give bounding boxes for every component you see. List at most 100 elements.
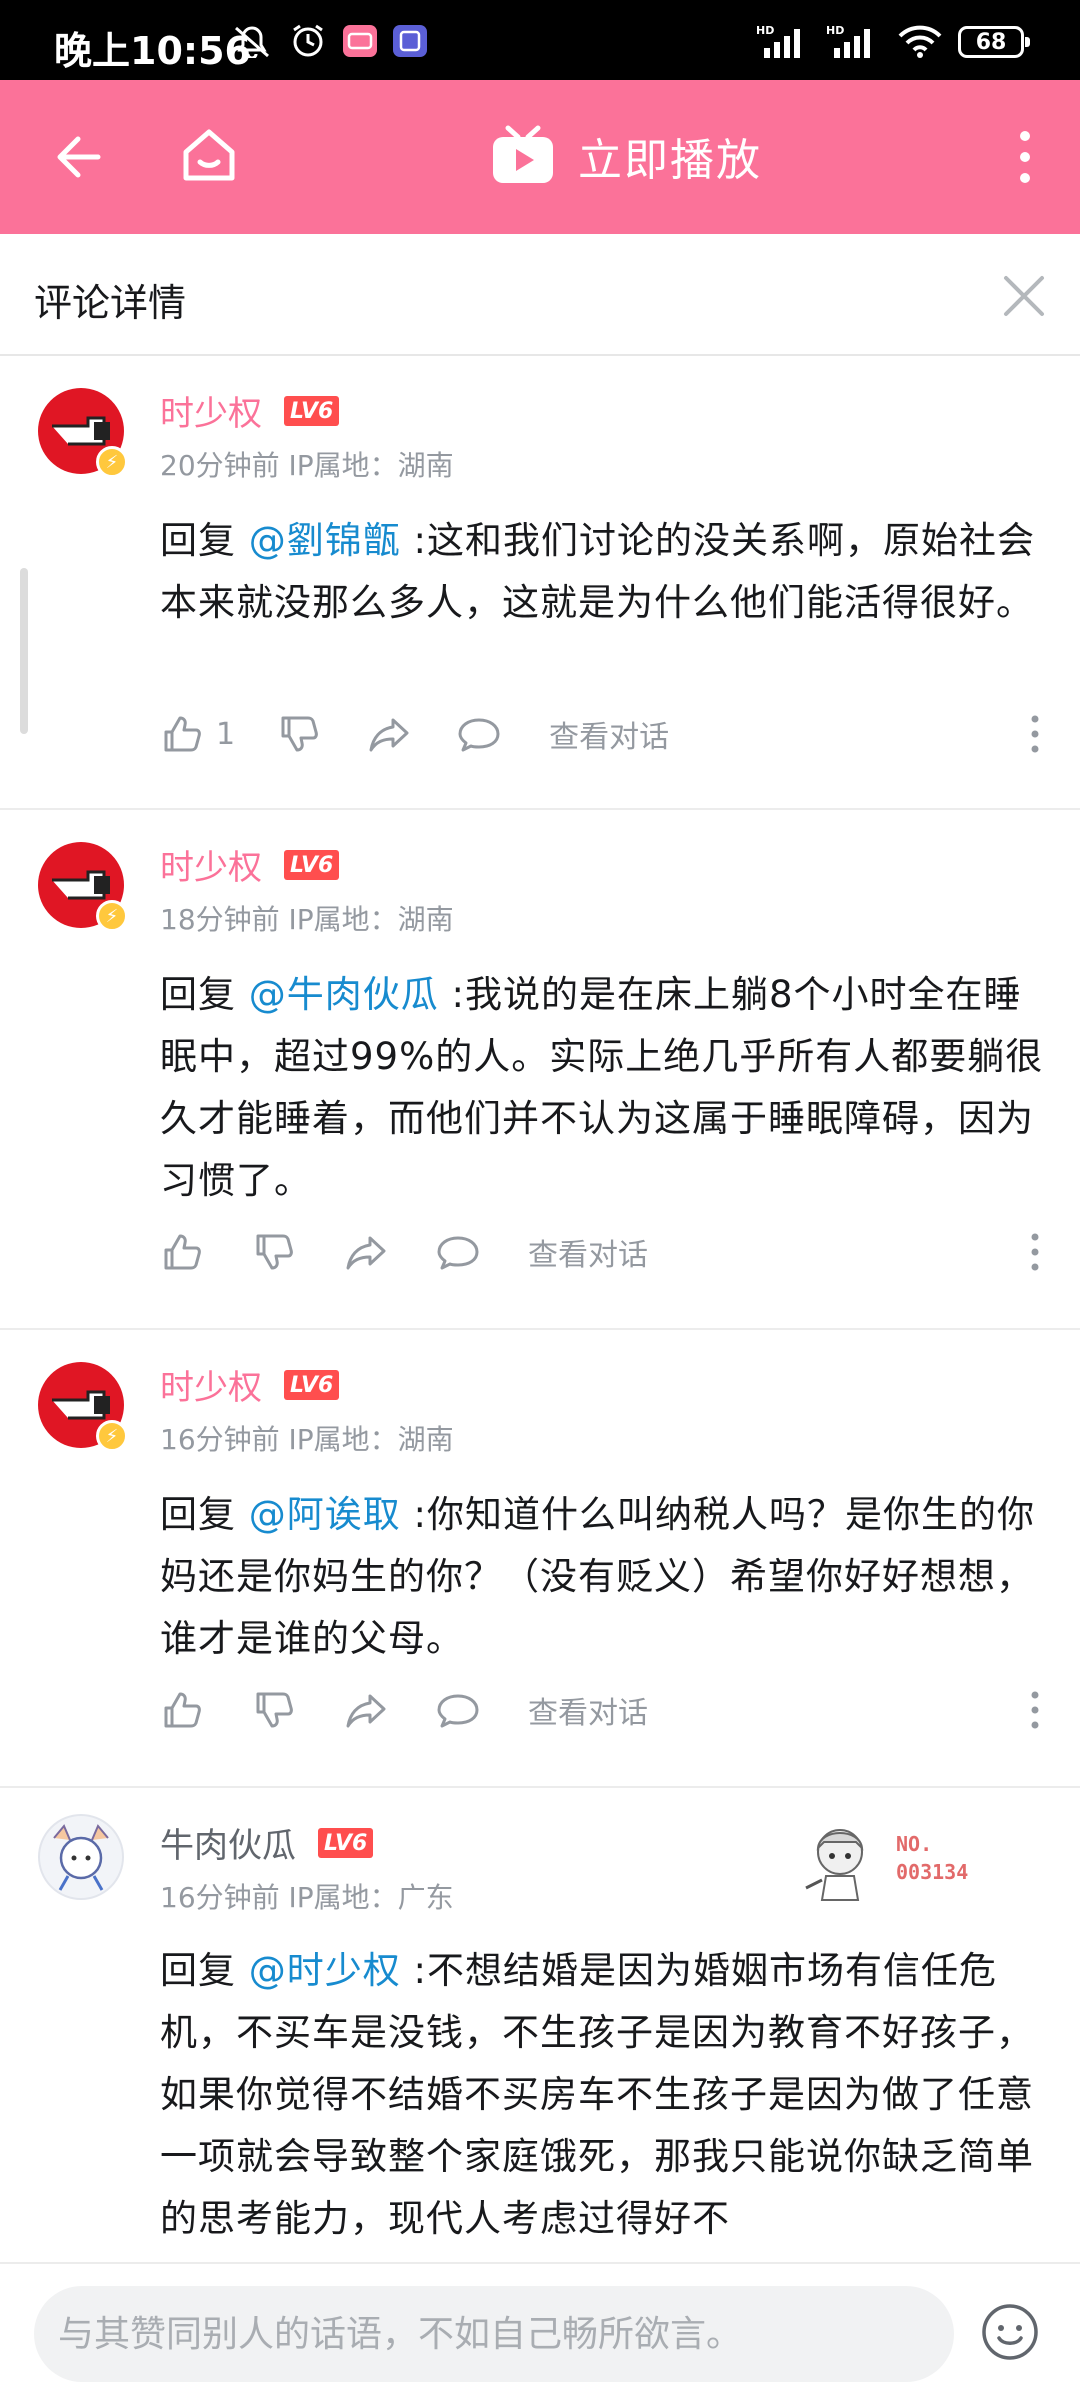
home-icon[interactable] [178, 124, 240, 186]
mention-link[interactable]: @时少权 [249, 1949, 401, 1992]
comment-more-icon[interactable] [1030, 1232, 1040, 1272]
share-icon [346, 1694, 386, 1728]
dislike-button[interactable] [277, 712, 321, 756]
status-right-group: HD HD 68 [756, 22, 1030, 62]
emoji-icon[interactable] [980, 2302, 1040, 2362]
comment-item: ⚡ 时少权 LV6 16分钟前 IP属地：湖南 回复 @阿诶取 :你知道什么叫纳… [0, 1332, 1080, 1788]
like-count: 1 [216, 716, 236, 752]
comment-input[interactable] [34, 2286, 954, 2382]
comment-bubble-icon [437, 1236, 479, 1270]
mention-link[interactable]: @牛肉伙瓜 [249, 973, 439, 1016]
comment-more-icon[interactable] [1030, 714, 1040, 754]
mention-link[interactable]: @阿诶取 [249, 1493, 401, 1536]
share-button[interactable] [344, 1688, 388, 1732]
signal-hd-icon: HD [756, 24, 800, 58]
level-badge: LV6 [284, 396, 340, 426]
comment-meta: 16分钟前 IP属地：广东 [160, 1881, 454, 1914]
share-icon [369, 718, 409, 752]
comment-text: 回复 @时少权 :不想结婚是因为婚姻市场有信任危机，不买车是没钱，不生孩子是因为… [160, 1940, 1050, 2250]
bilibili-app-icon [343, 25, 377, 57]
comment-input-bar [0, 2262, 1080, 2400]
medal-number-value: 003134 [896, 1860, 969, 1884]
comment-item: ⚡ 时少权 LV6 20分钟前 IP属地：湖南 回复 @劉锦甑 :这和我们讨论的… [0, 358, 1080, 810]
share-button[interactable] [367, 712, 411, 756]
alarm-icon [293, 24, 323, 57]
wifi-icon [898, 25, 942, 58]
vip-bolt-icon: ⚡ [96, 900, 128, 932]
avatar[interactable] [38, 1814, 124, 1900]
username[interactable]: 时少权 [160, 386, 262, 435]
level-badge: LV6 [284, 850, 340, 880]
view-dialog-link[interactable]: 查看对话 [528, 1688, 648, 1732]
avatar[interactable]: ⚡ [38, 842, 128, 932]
avatar[interactable]: ⚡ [38, 1362, 128, 1452]
more-menu-icon[interactable] [1010, 128, 1040, 186]
chibi-character-icon [805, 1829, 864, 1901]
vip-bolt-icon: ⚡ [96, 446, 128, 478]
comment-text: 回复 @牛肉伙瓜 :我说的是在床上躺8个小时全在睡眠中，超过99%的人。实际上绝… [160, 964, 1050, 1212]
reply-button[interactable] [436, 1230, 480, 1274]
comment-meta: 16分钟前 IP属地：湖南 [160, 1423, 454, 1456]
sticker-app-icon [393, 25, 427, 57]
like-button[interactable] [160, 1688, 204, 1732]
comment-bubble-icon [458, 718, 500, 752]
comment-detail-header: 评论详情 [0, 234, 1080, 356]
view-dialog-link[interactable]: 查看对话 [528, 1230, 648, 1274]
comment-text: 回复 @劉锦甑 :这和我们讨论的没关系啊，原始社会本来就没那么多人，这就是为什么… [160, 510, 1050, 634]
medal-number: NO. 003134 [896, 1830, 968, 1886]
comment-meta: 20分钟前 IP属地：湖南 [160, 449, 454, 482]
comment-body: :不想结婚是因为婚姻市场有信任危机，不买车是没钱，不生孩子是因为教育不好孩子，如… [160, 1949, 1034, 2240]
level-badge: LV6 [318, 1828, 374, 1858]
username[interactable]: 时少权 [160, 840, 262, 889]
play-now-label: 立即播放 [578, 135, 762, 186]
comment-item: 牛肉伙瓜 LV6 16分钟前 IP属地：广东 NO. 003134 回复 @时少… [0, 1790, 1080, 2262]
close-icon[interactable] [1000, 272, 1048, 320]
mute-bell-icon [235, 26, 269, 58]
comment-meta: 18分钟前 IP属地：湖南 [160, 903, 454, 936]
like-button[interactable] [160, 1230, 204, 1274]
avatar-anime-icon [53, 1824, 109, 1891]
thumb-up-icon [164, 1692, 201, 1728]
reply-prefix: 回复 [160, 1493, 249, 1536]
top-bar: 立即播放 [0, 80, 1080, 234]
back-arrow-icon[interactable] [50, 127, 110, 187]
battery-indicator: 68 [958, 26, 1030, 58]
level-badge: LV6 [284, 1370, 340, 1400]
signal-hd-2-icon: HD [826, 24, 870, 58]
comment-bubble-icon [437, 1694, 479, 1728]
comment-text: 回复 @阿诶取 :你知道什么叫纳税人吗？是你生的你妈还是你妈生的你？（没有贬义）… [160, 1484, 1050, 1670]
username[interactable]: 时少权 [160, 1360, 262, 1409]
share-icon [346, 1236, 386, 1270]
dislike-button[interactable] [252, 1230, 296, 1274]
dislike-button[interactable] [252, 1688, 296, 1732]
tv-play-icon [493, 125, 553, 183]
svg-text:HD: HD [756, 24, 774, 37]
vip-bolt-icon: ⚡ [96, 1420, 128, 1452]
username[interactable]: 牛肉伙瓜 [160, 1818, 296, 1867]
play-now-button[interactable]: 立即播放 [490, 124, 762, 188]
status-time: 晚上10:56 [54, 29, 251, 73]
reply-button[interactable] [436, 1688, 480, 1732]
thumb-down-icon [281, 716, 318, 752]
medal-number-prefix: NO. [896, 1832, 933, 1856]
fan-medal-badge: NO. 003134 [800, 1818, 1010, 1908]
comment-item: ⚡ 时少权 LV6 18分钟前 IP属地：湖南 回复 @牛肉伙瓜 :我说的是在床… [0, 812, 1080, 1330]
comment-actions: 1 查看对话 [160, 708, 669, 760]
like-button[interactable]: 1 [160, 712, 235, 756]
share-button[interactable] [344, 1230, 388, 1274]
thumb-down-icon [256, 1234, 293, 1270]
comment-more-icon[interactable] [1030, 1690, 1040, 1730]
comment-detail-title: 评论详情 [34, 281, 187, 325]
reply-button[interactable] [457, 712, 501, 756]
reply-prefix: 回复 [160, 519, 249, 562]
avatar[interactable]: ⚡ [38, 388, 128, 478]
svg-text:HD: HD [826, 24, 844, 37]
mention-link[interactable]: @劉锦甑 [249, 519, 401, 562]
view-dialog-link[interactable]: 查看对话 [549, 712, 669, 756]
thumb-up-icon [164, 1234, 201, 1270]
reply-prefix: 回复 [160, 973, 249, 1016]
comment-actions: 查看对话 [160, 1226, 648, 1278]
status-bar: 晚上10:56 HD HD 68 [0, 0, 1080, 80]
comment-actions: 查看对话 [160, 1684, 648, 1736]
reply-prefix: 回复 [160, 1949, 249, 1992]
